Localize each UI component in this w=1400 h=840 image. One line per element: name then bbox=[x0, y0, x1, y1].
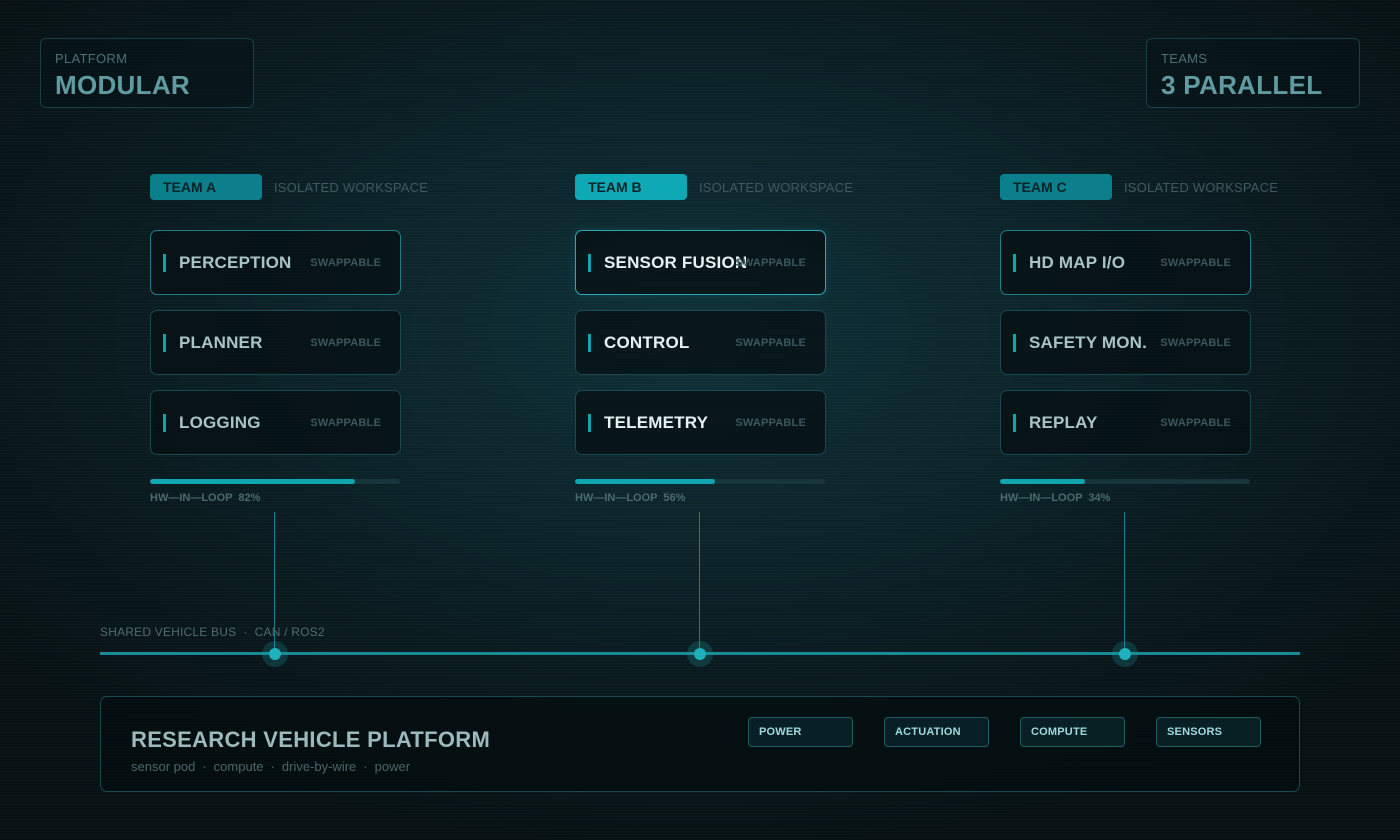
team-c-subtitle: ISOLATED WORKSPACE bbox=[1124, 179, 1279, 195]
chip-actuation[interactable]: ACTUATION bbox=[884, 717, 989, 747]
research-vehicle-platform-panel: RESEARCH VEHICLE PLATFORM sensor pod · com… bbox=[100, 696, 1300, 792]
hil-progress-label: HW—IN—LOOP 82% bbox=[150, 492, 261, 504]
team-c-column: TEAM C ISOLATED WORKSPACE HD MAP I/O SWA… bbox=[1000, 174, 1290, 504]
module-logging[interactable]: LOGGING SWAPPABLE bbox=[150, 390, 401, 455]
team-a-subtitle: ISOLATED WORKSPACE bbox=[274, 179, 429, 195]
module-accent-bar bbox=[163, 413, 166, 432]
team-c-tag[interactable]: TEAM C bbox=[1000, 174, 1112, 200]
team-b-header: TEAM B ISOLATED WORKSPACE bbox=[575, 174, 865, 200]
module-safety-mon[interactable]: SAFETY MON. SWAPPABLE bbox=[1000, 310, 1251, 375]
team-b-bus-node bbox=[687, 641, 713, 667]
module-name: TELEMETRY bbox=[604, 412, 709, 432]
module-status: SWAPPABLE bbox=[735, 337, 806, 349]
bus-name: SHARED VEHICLE BUS bbox=[100, 625, 237, 639]
hil-progress-bar bbox=[150, 479, 400, 484]
teams-label: TEAMS bbox=[1161, 51, 1208, 66]
hil-progress-fill bbox=[150, 479, 355, 484]
module-accent-bar bbox=[588, 333, 591, 352]
bus-separator: · bbox=[239, 625, 252, 639]
module-status: SWAPPABLE bbox=[735, 257, 806, 269]
hil-progress-label: HW—IN—LOOP 34% bbox=[1000, 492, 1111, 504]
component-separator: · bbox=[363, 759, 368, 774]
module-telemetry[interactable]: TELEMETRY SWAPPABLE bbox=[575, 390, 826, 455]
module-planner[interactable]: PLANNER SWAPPABLE bbox=[150, 310, 401, 375]
hil-progress-label: HW—IN—LOOP 56% bbox=[575, 492, 686, 504]
module-name: PERCEPTION bbox=[179, 252, 292, 272]
module-name: REPLAY bbox=[1029, 412, 1098, 432]
team-c-bus-connector bbox=[1124, 512, 1125, 654]
module-name: SENSOR FUSION bbox=[604, 252, 748, 272]
team-a-tag[interactable]: TEAM A bbox=[150, 174, 262, 200]
module-hd-map-io[interactable]: HD MAP I/O SWAPPABLE bbox=[1000, 230, 1251, 295]
module-control[interactable]: CONTROL SWAPPABLE bbox=[575, 310, 826, 375]
team-b-tag[interactable]: TEAM B bbox=[575, 174, 687, 200]
team-a-bus-node bbox=[262, 641, 288, 667]
module-name: PLANNER bbox=[179, 332, 263, 352]
module-accent-bar bbox=[1013, 253, 1016, 272]
team-b-column: TEAM B ISOLATED WORKSPACE SENSOR FUSION … bbox=[575, 174, 865, 504]
team-c-bus-node bbox=[1112, 641, 1138, 667]
hil-progress-bar bbox=[575, 479, 825, 484]
bus-label: SHARED VEHICLE BUS · CAN / ROS2 bbox=[100, 625, 325, 639]
hil-progress-fill bbox=[575, 479, 715, 484]
module-accent-bar bbox=[1013, 333, 1016, 352]
teams-value: 3 PARALLEL bbox=[1161, 70, 1323, 100]
module-name: SAFETY MON. bbox=[1029, 332, 1148, 352]
component-sensor-pod: sensor pod bbox=[131, 759, 196, 774]
chip-power[interactable]: POWER bbox=[748, 717, 853, 747]
module-status: SWAPPABLE bbox=[1160, 417, 1231, 429]
component-separator: · bbox=[270, 759, 275, 774]
module-status: SWAPPABLE bbox=[310, 417, 381, 429]
chip-compute[interactable]: COMPUTE bbox=[1020, 717, 1125, 747]
component-drive-by-wire: drive-by-wire bbox=[281, 759, 357, 774]
team-a-column: TEAM A ISOLATED WORKSPACE PERCEPTION SWA… bbox=[150, 174, 440, 504]
hil-progress-bar bbox=[1000, 479, 1250, 484]
module-status: SWAPPABLE bbox=[310, 337, 381, 349]
platform-components: sensor pod · compute · drive-by-wire · power bbox=[131, 759, 410, 774]
platform-value: MODULAR bbox=[55, 70, 190, 100]
component-separator: · bbox=[202, 759, 207, 774]
component-power: power bbox=[374, 759, 411, 774]
module-accent-bar bbox=[163, 253, 166, 272]
module-replay[interactable]: REPLAY SWAPPABLE bbox=[1000, 390, 1251, 455]
module-accent-bar bbox=[163, 333, 166, 352]
module-status: SWAPPABLE bbox=[310, 257, 381, 269]
module-accent-bar bbox=[588, 253, 591, 272]
team-b-subtitle: ISOLATED WORKSPACE bbox=[699, 179, 854, 195]
bus-protocol: CAN / ROS2 bbox=[254, 625, 325, 639]
component-compute: compute bbox=[213, 759, 264, 774]
module-name: HD MAP I/O bbox=[1029, 252, 1126, 272]
chip-sensors[interactable]: SENSORS bbox=[1156, 717, 1261, 747]
team-c-header: TEAM C ISOLATED WORKSPACE bbox=[1000, 174, 1290, 200]
module-status: SWAPPABLE bbox=[1160, 337, 1231, 349]
platform-label: PLATFORM bbox=[55, 51, 128, 66]
module-accent-bar bbox=[588, 413, 591, 432]
team-a-header: TEAM A ISOLATED WORKSPACE bbox=[150, 174, 440, 200]
platform-title: RESEARCH VEHICLE PLATFORM bbox=[131, 727, 491, 752]
team-b-bus-connector bbox=[699, 512, 700, 654]
hil-progress-fill bbox=[1000, 479, 1085, 484]
module-status: SWAPPABLE bbox=[735, 417, 806, 429]
module-status: SWAPPABLE bbox=[1160, 257, 1231, 269]
module-name: LOGGING bbox=[179, 412, 261, 432]
module-name: CONTROL bbox=[604, 332, 690, 352]
module-perception[interactable]: PERCEPTION SWAPPABLE bbox=[150, 230, 401, 295]
platform-info-card: PLATFORM MODULAR bbox=[40, 38, 254, 108]
module-sensor-fusion[interactable]: SENSOR FUSION SWAPPABLE bbox=[575, 230, 826, 295]
teams-info-card: TEAMS 3 PARALLEL bbox=[1146, 38, 1360, 108]
module-accent-bar bbox=[1013, 413, 1016, 432]
